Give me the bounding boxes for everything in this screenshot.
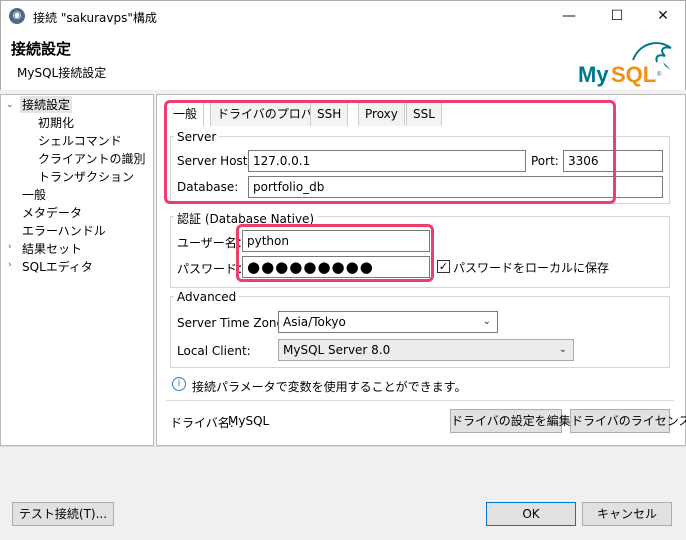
tree-item-result-sets[interactable]: 結果セット bbox=[22, 240, 82, 257]
tree-item-metadata[interactable]: メタデータ bbox=[22, 204, 82, 221]
tree-item-sql-editor[interactable]: SQLエディタ bbox=[22, 258, 93, 275]
collapsed-arrow-icon[interactable]: › bbox=[8, 242, 12, 252]
save-password-label: パスワードをローカルに保存 bbox=[453, 261, 610, 275]
highlight-server-area bbox=[164, 100, 616, 204]
local-client-value: MySQL Server 8.0 bbox=[283, 343, 391, 357]
timezone-select[interactable]: Asia/Tokyo ⌄ bbox=[278, 311, 498, 333]
close-button[interactable]: ✕ bbox=[648, 5, 678, 27]
mysql-logo: My SQL ® bbox=[578, 42, 672, 87]
local-client-select[interactable]: MySQL Server 8.0 ⌄ bbox=[278, 339, 574, 361]
driver-name-value: MySQL bbox=[228, 414, 270, 428]
tree-item-transactions[interactable]: トランザクション bbox=[38, 168, 134, 185]
minimize-button[interactable]: — bbox=[554, 5, 584, 27]
test-connection-button[interactable]: テスト接続(T)... bbox=[12, 502, 114, 526]
title-bar: ◉ 接続 "sakuravps"構成 — ☐ ✕ bbox=[0, 0, 686, 30]
tree-item-general[interactable]: 一般 bbox=[22, 186, 46, 203]
divider bbox=[166, 400, 674, 401]
ok-button[interactable]: OK bbox=[486, 502, 576, 526]
collapsed-arrow-icon[interactable]: › bbox=[8, 260, 12, 270]
timezone-label: Server Time Zone: bbox=[177, 316, 288, 330]
window-title: 接続 "sakuravps"構成 bbox=[33, 11, 157, 25]
info-icon: i bbox=[172, 377, 186, 391]
chevron-down-icon: ⌄ bbox=[558, 344, 567, 355]
svg-text:SQL: SQL bbox=[611, 62, 656, 87]
tree-item-init[interactable]: 初期化 bbox=[38, 114, 74, 131]
save-password-checkbox[interactable]: ✓ bbox=[437, 260, 450, 273]
driver-license-button[interactable]: ドライバのライセンス bbox=[570, 409, 686, 433]
tree-item-error-handling[interactable]: エラーハンドル bbox=[22, 222, 106, 239]
edit-driver-button[interactable]: ドライバの設定を編集 bbox=[450, 409, 571, 433]
chevron-down-icon: ⌄ bbox=[482, 316, 491, 327]
tree-item-shell-commands[interactable]: シェルコマンド bbox=[38, 132, 122, 149]
svg-text:®: ® bbox=[657, 71, 662, 78]
timezone-value: Asia/Tokyo bbox=[283, 315, 346, 329]
highlight-auth-area bbox=[236, 224, 434, 282]
tree-item-client-identification[interactable]: クライアントの識別 bbox=[38, 150, 146, 167]
svg-text:My: My bbox=[578, 62, 609, 87]
expand-arrow-icon[interactable]: ⌄ bbox=[6, 100, 14, 110]
dbeaver-icon: ◉ bbox=[9, 8, 25, 24]
maximize-button[interactable]: ☐ bbox=[602, 5, 632, 27]
local-client-label: Local Client: bbox=[177, 344, 251, 358]
dialog-header: 接続設定 MySQL接続設定 My SQL ® bbox=[0, 30, 686, 90]
page-title: 接続設定 bbox=[11, 40, 72, 58]
cancel-button[interactable]: キャンセル bbox=[582, 502, 672, 526]
page-subtitle: MySQL接続設定 bbox=[17, 66, 107, 80]
info-text: 接続パラメータで変数を使用することができます。 bbox=[192, 380, 467, 394]
tree-item-connection-settings[interactable]: 接続設定 bbox=[20, 96, 73, 113]
driver-name-label: ドライバ名: bbox=[170, 416, 234, 430]
advanced-group-label: Advanced bbox=[174, 290, 240, 304]
